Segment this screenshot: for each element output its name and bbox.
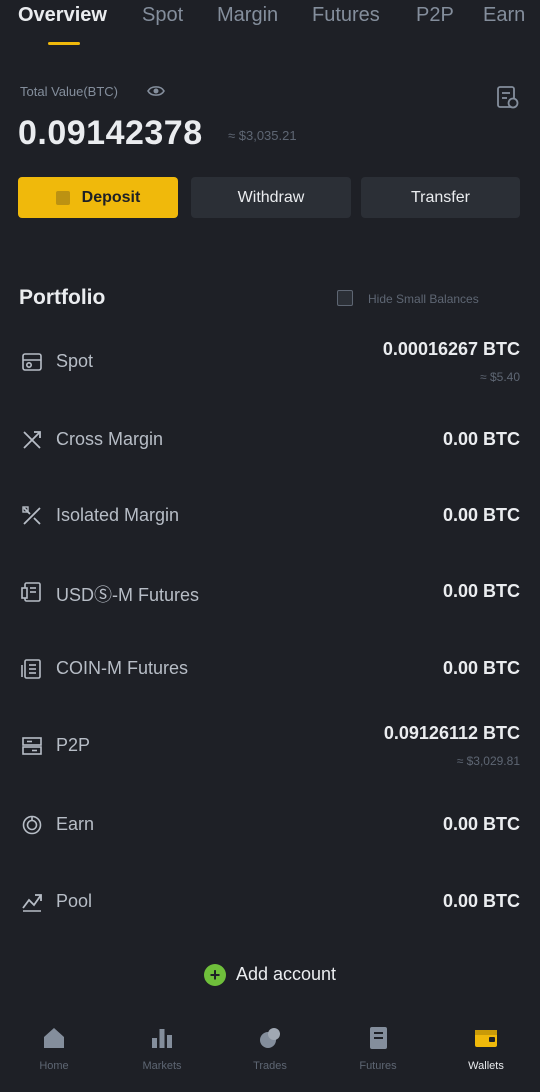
portfolio-row-spot[interactable]: Spot 0.00016267 BTC ≈ $5.40 xyxy=(0,332,540,392)
total-balance: 0.09142378 xyxy=(18,114,203,152)
trades-icon xyxy=(260,1028,280,1048)
portfolio-row-fiat: ≈ $5.40 xyxy=(480,370,520,384)
portfolio-row-pool[interactable]: Pool 0.00 BTC xyxy=(0,872,540,932)
portfolio-row-label: Spot xyxy=(56,351,94,371)
earn-icon xyxy=(22,815,42,835)
portfolio-row-label: USDⓈ-M Futures xyxy=(56,585,200,605)
wallets-icon xyxy=(475,1030,497,1047)
portfolio-row-value: 0.00 BTC xyxy=(442,658,520,678)
portfolio-row-value: 0.09126112 BTC xyxy=(383,723,520,743)
portfolio-row-value: 0.00 BTC xyxy=(442,891,520,911)
portfolio-row-isolated-margin[interactable]: Isolated Margin 0.00 BTC xyxy=(0,486,540,546)
add-account-label: Add account xyxy=(235,964,337,984)
nav-home[interactable]: Home xyxy=(0,1024,108,1072)
portfolio-title: Portfolio xyxy=(19,286,106,309)
tab-spot[interactable]: Spot xyxy=(142,4,183,27)
bottom-nav: Home Markets Trades Futures Wallets xyxy=(0,1016,540,1092)
add-account-button[interactable]: + Add account xyxy=(0,964,540,987)
portfolio-row-value: 0.00 BTC xyxy=(442,505,520,525)
portfolio-row-value: 0.00 BTC xyxy=(442,814,520,834)
withdraw-button[interactable]: Withdraw xyxy=(191,177,351,218)
nav-trades[interactable]: Trades xyxy=(216,1024,324,1072)
nav-wallets[interactable]: Wallets xyxy=(432,1024,540,1072)
hide-small-balances-checkbox[interactable] xyxy=(337,290,353,306)
deposit-icon xyxy=(55,190,70,205)
nav-label: Home xyxy=(39,1060,69,1072)
portfolio-row-usdm-futures[interactable]: USDⓈ-M Futures 0.00 BTC xyxy=(0,562,540,622)
nav-label: Trades xyxy=(253,1060,287,1072)
eye-icon[interactable] xyxy=(147,84,165,98)
portfolio-row-value: 0.00016267 BTC xyxy=(382,339,520,359)
portfolio-row-fiat: ≈ $3,029.81 xyxy=(456,754,520,768)
isolated-margin-icon xyxy=(22,506,41,525)
tab-margin[interactable]: Margin xyxy=(217,4,278,27)
deposit-label: Deposit xyxy=(81,189,141,206)
nav-markets[interactable]: Markets xyxy=(108,1024,216,1072)
portfolio-row-label: P2P xyxy=(56,735,91,755)
pool-icon xyxy=(22,894,42,912)
portfolio-row-label: Cross Margin xyxy=(56,429,164,449)
nav-label: Markets xyxy=(142,1060,182,1072)
total-value-label: Total Value(BTC) xyxy=(20,84,119,99)
portfolio-row-label: Pool xyxy=(56,891,93,911)
tab-p2p[interactable]: P2P xyxy=(416,4,454,27)
nav-label: Wallets xyxy=(468,1060,504,1072)
plus-icon: + xyxy=(203,964,226,987)
total-balance-fiat: ≈ $3,035.21 xyxy=(228,128,297,143)
account-tabs: Overview Spot Margin Futures P2P Earn xyxy=(0,0,540,48)
cross-margin-icon xyxy=(23,431,41,449)
coinm-futures-icon xyxy=(21,659,41,679)
deposit-button[interactable]: Deposit xyxy=(18,177,178,218)
tab-futures[interactable]: Futures xyxy=(312,4,380,27)
portfolio-row-value: 0.00 BTC xyxy=(442,429,520,449)
portfolio-row-p2p[interactable]: P2P 0.09126112 BTC ≈ $3,029.81 xyxy=(0,716,540,776)
usdm-futures-icon xyxy=(21,582,41,602)
portfolio-row-label: Earn xyxy=(56,814,95,834)
futures-icon xyxy=(370,1027,387,1049)
spot-icon xyxy=(22,353,42,371)
home-icon xyxy=(44,1028,64,1048)
portfolio-row-earn[interactable]: Earn 0.00 BTC xyxy=(0,795,540,855)
tab-earn[interactable]: Earn xyxy=(483,4,525,27)
portfolio-row-cross-margin[interactable]: Cross Margin 0.00 BTC xyxy=(0,410,540,470)
transfer-button[interactable]: Transfer xyxy=(361,177,520,218)
portfolio-row-value: 0.00 BTC xyxy=(442,581,520,601)
hide-small-balances-label[interactable]: Hide Small Balances xyxy=(368,292,479,306)
portfolio-row-label: Isolated Margin xyxy=(56,505,180,525)
tab-overview[interactable]: Overview xyxy=(18,4,107,27)
history-icon[interactable] xyxy=(494,84,520,110)
portfolio-row-label: COIN-M Futures xyxy=(56,658,189,678)
nav-label: Futures xyxy=(359,1060,397,1072)
portfolio-row-coinm-futures[interactable]: COIN-M Futures 0.00 BTC xyxy=(0,639,540,699)
nav-futures[interactable]: Futures xyxy=(324,1024,432,1072)
p2p-icon xyxy=(22,737,42,755)
active-tab-indicator xyxy=(48,42,80,45)
markets-icon xyxy=(152,1029,172,1048)
